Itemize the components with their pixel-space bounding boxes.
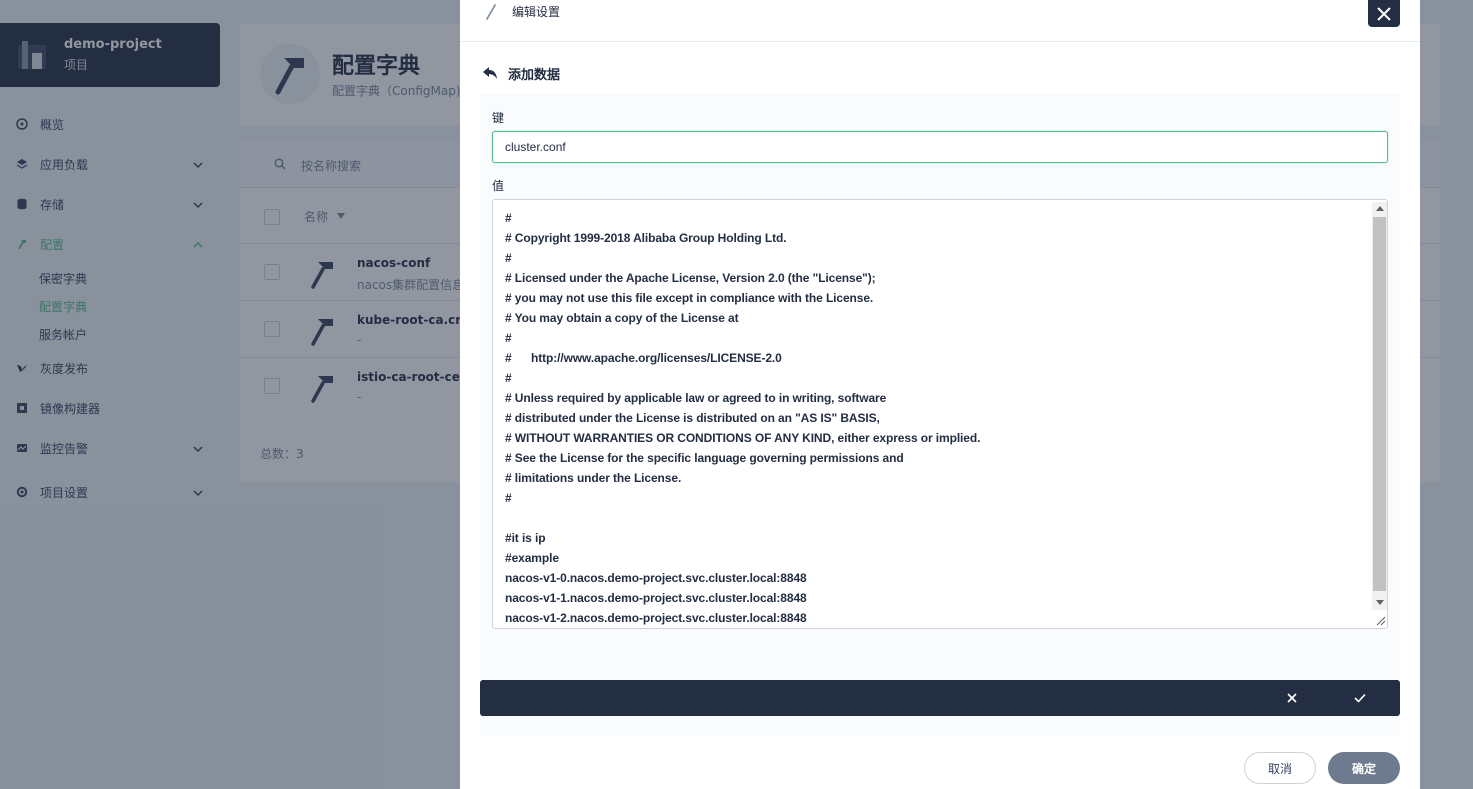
form-area: 键 值 # # Copyright 1999-2018 Alibaba Grou…: [480, 94, 1400, 736]
ok-button[interactable]: 确定: [1328, 752, 1400, 784]
discard-item-button[interactable]: [1274, 680, 1310, 716]
edit-settings-modal: 编辑设置 添加数据 键 值 # # Copyright 1999-2018 Al…: [460, 0, 1420, 789]
cancel-button[interactable]: 取消: [1244, 752, 1316, 784]
back-arrow-icon: [483, 66, 497, 79]
item-edit-bar: [480, 680, 1400, 716]
key-label: 键: [492, 111, 505, 125]
scrollbar[interactable]: [1372, 202, 1387, 610]
pen-icon: [486, 4, 496, 20]
back-button[interactable]: 添加数据: [482, 64, 560, 83]
key-input[interactable]: [492, 131, 1388, 163]
back-label: 添加数据: [508, 68, 561, 83]
close-icon: [1377, 6, 1391, 21]
scroll-down-arrow-icon[interactable]: [1376, 600, 1384, 605]
modal-header: 编辑设置: [460, 0, 1420, 42]
resize-grip-icon[interactable]: [1374, 614, 1386, 626]
modal-close-button[interactable]: [1368, 0, 1400, 27]
value-textarea[interactable]: # # Copyright 1999-2018 Alibaba Group Ho…: [492, 199, 1388, 629]
value-label: 值: [492, 179, 505, 193]
scroll-up-arrow-icon[interactable]: [1376, 206, 1384, 211]
value-text[interactable]: # # Copyright 1999-2018 Alibaba Group Ho…: [505, 208, 1365, 628]
close-icon: [1287, 693, 1297, 703]
confirm-item-button[interactable]: [1342, 680, 1378, 716]
check-icon: [1354, 693, 1366, 703]
scroll-thumb[interactable]: [1373, 217, 1386, 591]
modal-title: 编辑设置: [512, 5, 561, 19]
